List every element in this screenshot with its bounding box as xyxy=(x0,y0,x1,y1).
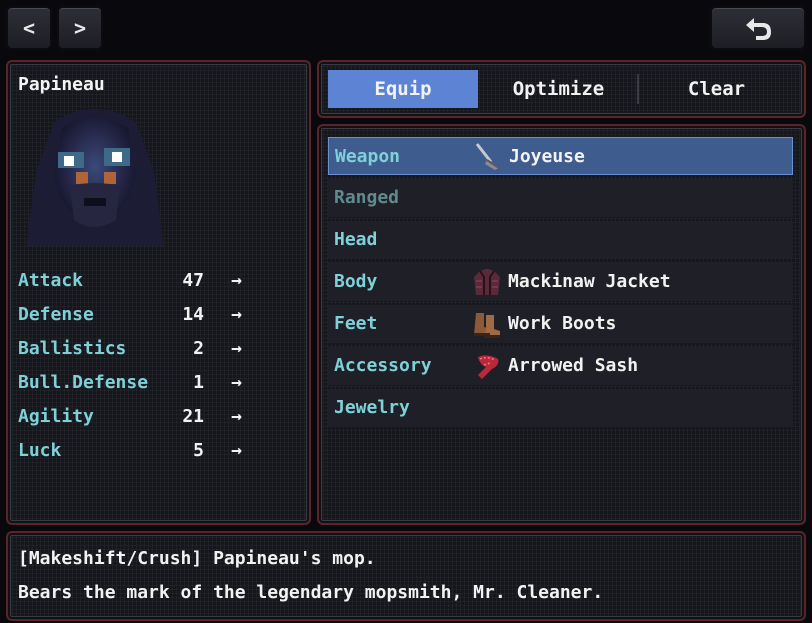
stat-arrow: → xyxy=(231,304,242,325)
stat-row-ballistics: Ballistics 2 → xyxy=(18,338,248,366)
stat-arrow: → xyxy=(231,406,242,427)
stat-row-attack: Attack 47 → xyxy=(18,270,248,298)
stat-arrow: → xyxy=(231,440,242,461)
slot-label: Ranged xyxy=(334,187,400,208)
stat-label: Luck xyxy=(18,440,62,461)
slot-label: Head xyxy=(334,229,378,250)
stat-value: 1 xyxy=(193,372,204,393)
stat-arrow: → xyxy=(231,270,242,291)
stat-row-bull-defense: Bull.Defense 1 → xyxy=(18,372,248,400)
stat-row-defense: Defense 14 → xyxy=(18,304,248,332)
stat-value: 5 xyxy=(193,440,204,461)
tab-equip[interactable]: Equip xyxy=(328,70,478,108)
item-description-title: [Makeshift/Crush] Papineau's mop. xyxy=(18,548,376,569)
stat-label: Attack xyxy=(18,270,84,291)
prev-label: < xyxy=(22,16,36,40)
slot-item-name: Arrowed Sash xyxy=(508,355,639,376)
character-name: Papineau xyxy=(18,74,105,95)
stat-value: 14 xyxy=(182,304,204,325)
slot-row-head[interactable]: Head xyxy=(328,221,793,259)
mop-icon xyxy=(475,143,500,170)
description-panel xyxy=(6,531,806,621)
stat-row-luck: Luck 5 → xyxy=(18,440,248,468)
prev-button[interactable]: < xyxy=(6,6,52,50)
slot-row-body[interactable]: Body Mackinaw Jacket xyxy=(328,263,793,301)
character-portrait xyxy=(26,109,164,246)
stat-label: Agility xyxy=(18,406,94,427)
slot-row-feet[interactable]: Feet Work Boots xyxy=(328,305,793,343)
tab-label: Equip xyxy=(374,78,432,100)
slot-item-name: Work Boots xyxy=(508,313,617,334)
stat-label: Defense xyxy=(18,304,94,325)
slot-row-weapon[interactable]: Weapon Joyeuse xyxy=(328,137,793,175)
stat-row-agility: Agility 21 → xyxy=(18,406,248,434)
slot-row-accessory[interactable]: Accessory Arrowed Sash xyxy=(328,347,793,385)
stat-value: 21 xyxy=(182,406,204,427)
slot-label: Body xyxy=(334,271,378,292)
stat-arrow: → xyxy=(231,372,242,393)
stat-arrow: → xyxy=(231,338,242,359)
sash-icon xyxy=(478,355,499,379)
stat-label: Bull.Defense xyxy=(18,372,149,393)
slot-label: Jewelry xyxy=(334,397,410,418)
stat-value: 47 xyxy=(182,270,204,291)
slot-item-name: Joyeuse xyxy=(509,146,585,167)
back-arrow-icon xyxy=(746,18,771,40)
stat-label: Ballistics xyxy=(18,338,127,359)
next-label: > xyxy=(73,16,87,40)
tab-optimize[interactable]: Optimize xyxy=(480,70,637,108)
tab-label: Clear xyxy=(687,78,746,100)
stat-value: 2 xyxy=(193,338,204,359)
slot-label: Weapon xyxy=(335,146,401,167)
slot-label: Accessory xyxy=(334,355,432,376)
boots-icon xyxy=(474,313,500,338)
tab-label: Optimize xyxy=(512,78,605,100)
tab-clear[interactable]: Clear xyxy=(639,70,794,108)
slot-row-ranged[interactable]: Ranged xyxy=(328,179,793,217)
item-description-text: Bears the mark of the legendary mopsmith… xyxy=(18,582,604,603)
next-button[interactable]: > xyxy=(57,6,103,50)
back-button[interactable] xyxy=(710,6,806,50)
slot-item-name: Mackinaw Jacket xyxy=(508,271,671,292)
slot-label: Feet xyxy=(334,313,378,334)
slot-row-jewelry[interactable]: Jewelry xyxy=(328,389,793,427)
jacket-icon xyxy=(474,269,500,295)
